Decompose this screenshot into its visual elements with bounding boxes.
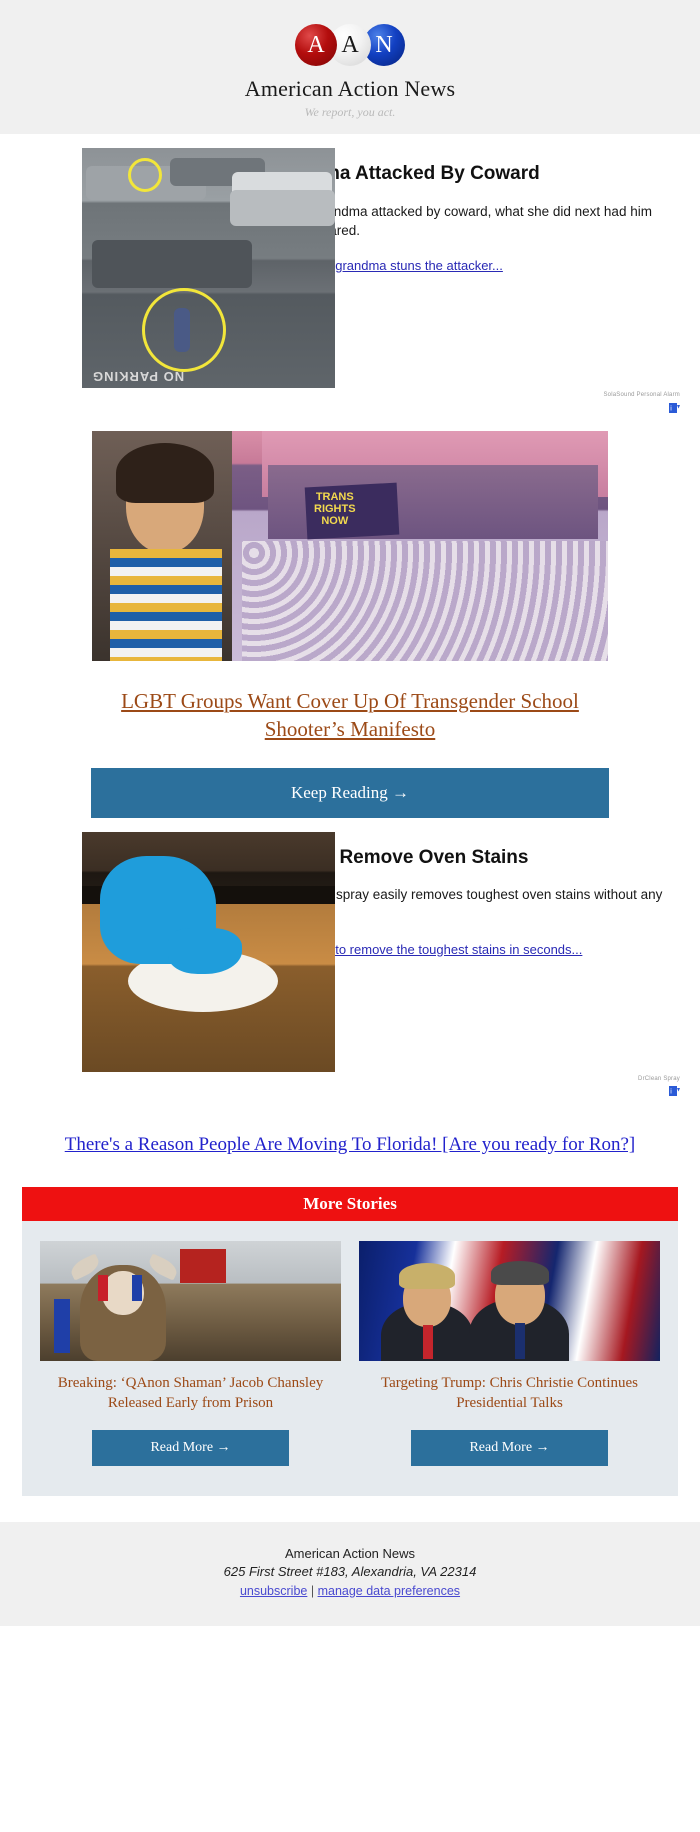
logo[interactable]: A A N xyxy=(0,22,700,68)
portrait-hair xyxy=(116,443,214,503)
story-grandma-image[interactable]: NO PARKING xyxy=(82,148,335,388)
more-stories-grid: Breaking: ‘QAnon Shaman’ Jacob Chansley … xyxy=(22,1221,678,1496)
story-lgbt-cta-wrap: Keep Reading → xyxy=(0,744,700,818)
more-stories-heading: More Stories xyxy=(22,1187,678,1222)
face-paint-stripe xyxy=(132,1275,142,1302)
masthead: A A N American Action News We report, yo… xyxy=(0,0,700,134)
story-lgbt-image[interactable]: TRANS RIGHTS NOW xyxy=(92,431,608,661)
trump-hair xyxy=(399,1263,455,1290)
crowd-texture xyxy=(242,541,608,661)
footer: American Action News 625 First Street #1… xyxy=(0,1521,700,1626)
read-more-button-shaman[interactable]: Read More → xyxy=(92,1429,289,1466)
unsubscribe-link[interactable]: unsubscribe xyxy=(240,1584,307,1598)
site-name: American Action News xyxy=(244,76,456,101)
footer-company: American Action News xyxy=(284,1545,416,1561)
more-story-image-trump-christie[interactable] xyxy=(359,1241,660,1362)
person-shape xyxy=(174,308,190,352)
story-lgbt-headline[interactable]: LGBT Groups Want Cover Up Of Transgender… xyxy=(80,687,620,744)
protest-banner-text: TRANS RIGHTS NOW xyxy=(314,491,356,528)
story-oven-ad-disclosure: DrClean Spray xyxy=(638,1075,680,1082)
more-story-item: Targeting Trump: Chris Christie Continue… xyxy=(359,1241,660,1466)
story-oven-image-col xyxy=(0,831,335,1072)
florida-link[interactable]: There's a Reason People Are Moving To Fl… xyxy=(50,1131,650,1160)
keep-reading-button[interactable]: Keep Reading → xyxy=(91,767,609,818)
story-lgbt: TRANS RIGHTS NOW LGBT Groups Want Cover Up… xyxy=(0,417,700,818)
more-story-caption: Targeting Trump: Chris Christie Continue… xyxy=(380,1375,639,1412)
read-more-button-christie[interactable]: Read More → xyxy=(411,1429,608,1466)
christie-hair xyxy=(491,1261,549,1286)
blue-glove-fingers xyxy=(168,927,242,974)
footer-address: 625 First Street #183, Alexandria, VA 22… xyxy=(223,1563,477,1579)
car-shape xyxy=(92,240,252,288)
story-oven: How To Remove Oven Stains This magic spr… xyxy=(0,818,700,1072)
more-story-caption: Breaking: ‘QAnon Shaman’ Jacob Chansley … xyxy=(57,1375,324,1412)
email-newsletter: A A N American Action News We report, yo… xyxy=(0,0,700,1626)
face-paint-stripe xyxy=(98,1275,108,1302)
adchoices-icon[interactable]: i xyxy=(0,399,700,417)
highlight-circle-top xyxy=(128,158,162,192)
site-tagline: We report, you act. xyxy=(304,105,396,119)
protest-sign xyxy=(180,1249,226,1284)
manage-data-preferences-link[interactable]: manage data preferences xyxy=(318,1584,460,1598)
more-stories-section: More Stories Breaking: ‘QAnon Shaman’ Ja… xyxy=(0,1159,700,1496)
story-grandma-ad-disclosure: SolaSound Personal Alarm xyxy=(603,392,680,398)
more-story-item: Breaking: ‘QAnon Shaman’ Jacob Chansley … xyxy=(40,1241,341,1466)
story-oven-image[interactable] xyxy=(82,831,335,1072)
flag-pole-banner xyxy=(54,1299,70,1354)
more-story-image-shaman[interactable] xyxy=(40,1241,341,1362)
adchoices-icon[interactable]: i xyxy=(0,1083,700,1101)
story-grandma-image-col: NO PARKING xyxy=(0,148,335,388)
trump-tie xyxy=(423,1325,433,1360)
footer-link-separator: | xyxy=(310,1583,315,1598)
logo-letter-a-red: A xyxy=(295,24,337,66)
christie-tie xyxy=(515,1323,525,1360)
footer-links: unsubscribe | manage data preferences xyxy=(0,1584,700,1598)
car-shape xyxy=(230,190,335,226)
no-parking-text: NO PARKING xyxy=(92,369,185,384)
portrait-striped-shirt xyxy=(110,549,222,661)
story-grandma: NO PARKING Grandma Attacked By Coward Po… xyxy=(0,134,700,388)
